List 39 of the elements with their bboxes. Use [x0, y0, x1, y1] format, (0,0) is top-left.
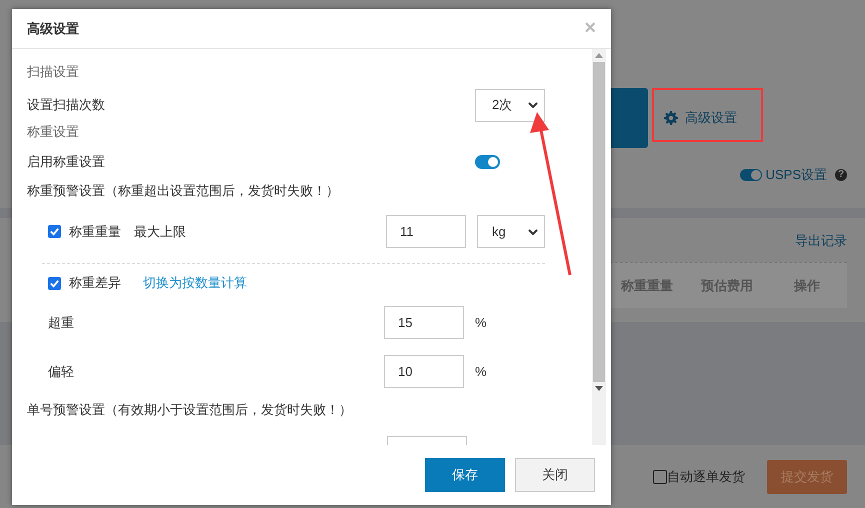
unit-label: % — [475, 364, 488, 379]
limit-label: 最大上限 — [134, 222, 186, 240]
caret-icon — [528, 228, 538, 234]
help-icon[interactable]: ? — [835, 169, 847, 181]
unit-label: % — [475, 315, 488, 330]
column-header: 称重重量 — [620, 276, 674, 294]
setting-label: 启用称重设置 — [27, 153, 105, 171]
checkbox-label: 称重差异 — [69, 274, 121, 292]
save-button[interactable]: 保存 — [425, 458, 505, 492]
auto-ship-checkbox[interactable]: 自动逐单发货 — [653, 468, 745, 486]
usps-label: USPS设置 — [766, 166, 827, 184]
setting-label: 超重 — [48, 314, 74, 332]
checkbox[interactable] — [48, 276, 61, 290]
section-note: 称重预警设置（称重超出设置范围后，发货时失败！） — [27, 183, 340, 200]
column-header: 预估费用 — [700, 276, 754, 294]
dialog-title: 高级设置 — [27, 20, 79, 38]
input-field[interactable]: 15 — [384, 306, 464, 339]
gear-icon — [664, 111, 678, 125]
section-heading: 称重设置 — [27, 123, 80, 141]
section-note: 单号预警设置（有效期小于设置范围后，发货时失败！） — [27, 402, 353, 419]
column-header: 操作 — [792, 276, 821, 294]
setting-label: 偏轻 — [48, 362, 74, 380]
scroll-down-icon[interactable] — [595, 386, 603, 391]
setting-label: 设置扫描次数 — [27, 96, 105, 114]
caret-icon — [528, 102, 538, 108]
input-field[interactable]: 11 — [386, 215, 466, 248]
scroll-up-icon[interactable] — [595, 53, 603, 58]
usps-toggle[interactable] — [740, 169, 762, 181]
unit-select[interactable]: kg — [477, 215, 545, 248]
switch-mode-link[interactable]: 切换为按数量计算 — [143, 274, 247, 292]
advanced-settings-link[interactable]: 高级设置 — [664, 109, 737, 127]
section-heading: 扫描设置 — [27, 63, 80, 81]
scan-count-select[interactable]: 2次 — [475, 88, 545, 122]
checkbox[interactable] — [48, 225, 61, 238]
toggle-switch[interactable] — [475, 155, 500, 169]
scrollbar[interactable] — [592, 49, 606, 445]
close-dialog-button[interactable]: 关闭 — [515, 458, 595, 492]
input-field[interactable]: 10 — [384, 355, 464, 388]
checkbox-label: 称重重量 — [69, 222, 121, 240]
